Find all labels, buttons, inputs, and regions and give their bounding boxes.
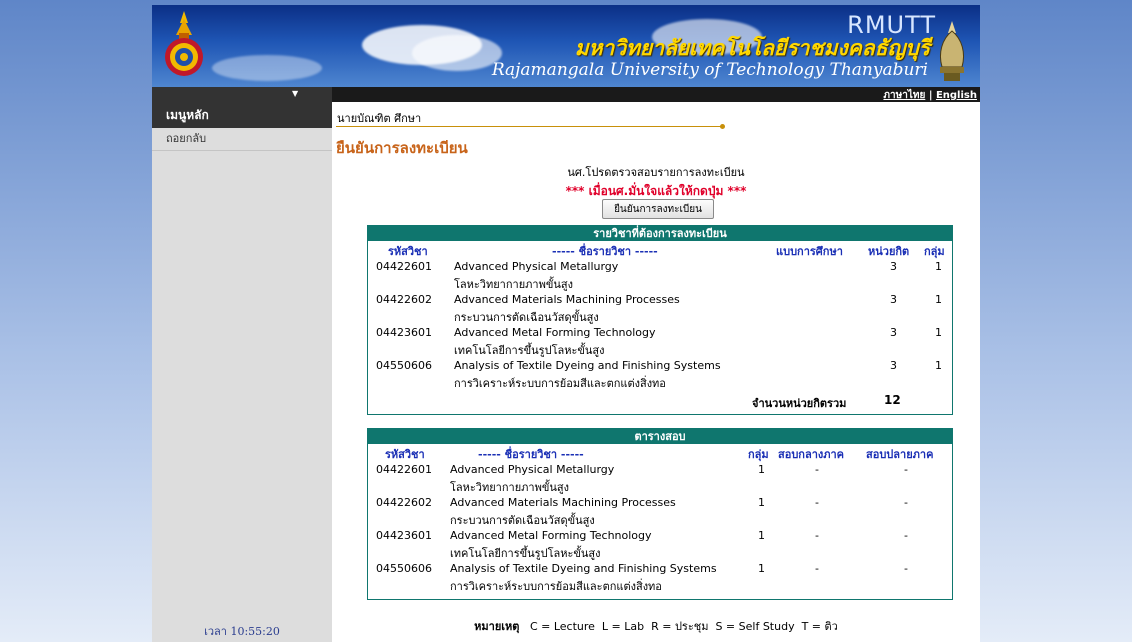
course-name-en: Advanced Physical Metallurgy <box>454 260 619 273</box>
table-row: 04422601 Advanced Physical Metallurgy โล… <box>368 258 952 291</box>
language-separator: | <box>928 90 933 101</box>
main-content: นายบัณฑิต ศึกษา ยืนยันการลงทะเบียน นศ.โป… <box>332 102 980 642</box>
student-name: นายบัณฑิต ศึกษา <box>337 112 422 125</box>
language-thai-link[interactable]: ภาษาไทย <box>883 90 925 101</box>
table-row: 04422602 Advanced Materials Machining Pr… <box>368 291 952 324</box>
course-name-en: Advanced Physical Metallurgy <box>450 463 615 476</box>
course-name-en: Advanced Metal Forming Technology <box>454 326 656 339</box>
table-row: 04550606 Analysis of Textile Dyeing and … <box>368 560 952 593</box>
legend-note-text: C = Lecture L = Lab R = ประชุม S = Self … <box>529 620 838 633</box>
course-credits: 3 <box>890 293 897 306</box>
midterm-exam: - <box>815 463 819 476</box>
clock-display: เวลา 10:55:20 <box>204 625 280 638</box>
course-group: 1 <box>935 260 942 273</box>
course-code: 04422602 <box>376 496 432 509</box>
course-name-en: Advanced Materials Machining Processes <box>454 293 680 306</box>
final-exam: - <box>904 529 908 542</box>
course-name-th: การวิเคราะห์ระบบการย้อมสีและตกแต่งสิ่งทอ <box>450 580 662 593</box>
exam-group: 1 <box>758 529 765 542</box>
course-code: 04550606 <box>376 562 432 575</box>
table-row: 04423601 Advanced Metal Forming Technolo… <box>368 324 952 357</box>
course-credits: 3 <box>890 326 897 339</box>
cloud-decoration <box>412 35 502 71</box>
midterm-exam: - <box>815 529 819 542</box>
course-code: 04423601 <box>376 529 432 542</box>
course-code: 04550606 <box>376 359 432 372</box>
university-banner: RMUTT มหาวิทยาลัยเทคโนโลยีราชมงคลธัญบุรี… <box>152 5 980 87</box>
top-nav-bar: ▼ ภาษาไทย | English <box>152 87 980 102</box>
course-credits: 3 <box>890 260 897 273</box>
legend-note-label: หมายเหตุ <box>474 620 520 633</box>
course-name-en: Advanced Materials Machining Processes <box>450 496 676 509</box>
registration-table: รายวิชาที่ต้องการลงทะเบียน รหัสวิชา ----… <box>367 225 953 415</box>
registration-table-title: รายวิชาที่ต้องการลงทะเบียน <box>368 226 952 241</box>
course-name-en: Advanced Metal Forming Technology <box>450 529 652 542</box>
total-credits-label: จำนวนหน่วยกิตรวม <box>752 397 847 410</box>
legend-note: หมายเหตุ C = Lecture L = Lab R = ประชุม … <box>332 617 980 635</box>
page-title: ยืนยันการลงทะเบียน <box>336 139 468 157</box>
divider-dot <box>720 124 725 129</box>
table-row: 04550606 Analysis of Textile Dyeing and … <box>368 357 952 390</box>
course-code: 04422602 <box>376 293 432 306</box>
instruction-text: นศ.โปรดตรวจสอบรายการลงทะเบียน <box>567 166 745 179</box>
page-container: RMUTT มหาวิทยาลัยเทคโนโลยีราชมงคลธัญบุรี… <box>152 5 980 642</box>
sidebar-item-back[interactable]: ถอยกลับ <box>152 128 332 151</box>
exam-group: 1 <box>758 496 765 509</box>
final-exam: - <box>904 562 908 575</box>
course-group: 1 <box>935 359 942 372</box>
course-code: 04422601 <box>376 463 432 476</box>
university-emblem-icon <box>165 11 203 76</box>
sidebar-heading: เมนูหลัก <box>152 102 332 128</box>
course-name-en: Analysis of Textile Dyeing and Finishing… <box>450 562 717 575</box>
exam-group: 1 <box>758 562 765 575</box>
language-english-link[interactable]: English <box>936 90 977 101</box>
total-credits-value: 12 <box>884 393 901 407</box>
final-exam: - <box>904 463 908 476</box>
course-credits: 3 <box>890 359 897 372</box>
table-row: 04423601 Advanced Metal Forming Technolo… <box>368 527 952 560</box>
exam-group: 1 <box>758 463 765 476</box>
course-code: 04422601 <box>376 260 432 273</box>
confirm-registration-button[interactable]: ยืนยันการลงทะเบียน <box>602 199 714 219</box>
exam-table-title: ตารางสอบ <box>368 429 952 444</box>
caret-down-icon[interactable]: ▼ <box>292 89 298 98</box>
exam-schedule-table: ตารางสอบ รหัสวิชา ----- ชื่อรายวิชา ----… <box>367 428 953 600</box>
table-row: 04422602 Advanced Materials Machining Pr… <box>368 494 952 527</box>
course-group: 1 <box>935 293 942 306</box>
cloud-decoration <box>212 55 322 81</box>
midterm-exam: - <box>815 562 819 575</box>
thai-ornament-icon <box>939 21 965 81</box>
table-row: 04422601 Advanced Physical Metallurgy โล… <box>368 461 952 494</box>
midterm-exam: - <box>815 496 819 509</box>
divider <box>336 126 724 127</box>
course-name-th: การวิเคราะห์ระบบการย้อมสีและตกแต่งสิ่งทอ <box>454 377 666 390</box>
nav-dropdown[interactable]: ▼ <box>152 87 332 102</box>
sidebar: เมนูหลัก ถอยกลับ เวลา 10:55:20 <box>152 102 332 642</box>
course-name-en: Analysis of Textile Dyeing and Finishing… <box>454 359 721 372</box>
course-code: 04423601 <box>376 326 432 339</box>
course-group: 1 <box>935 326 942 339</box>
language-switcher: ภาษาไทย | English <box>883 88 977 103</box>
banner-english-name: Rajamangala University of Technology Tha… <box>491 60 928 80</box>
final-exam: - <box>904 496 908 509</box>
